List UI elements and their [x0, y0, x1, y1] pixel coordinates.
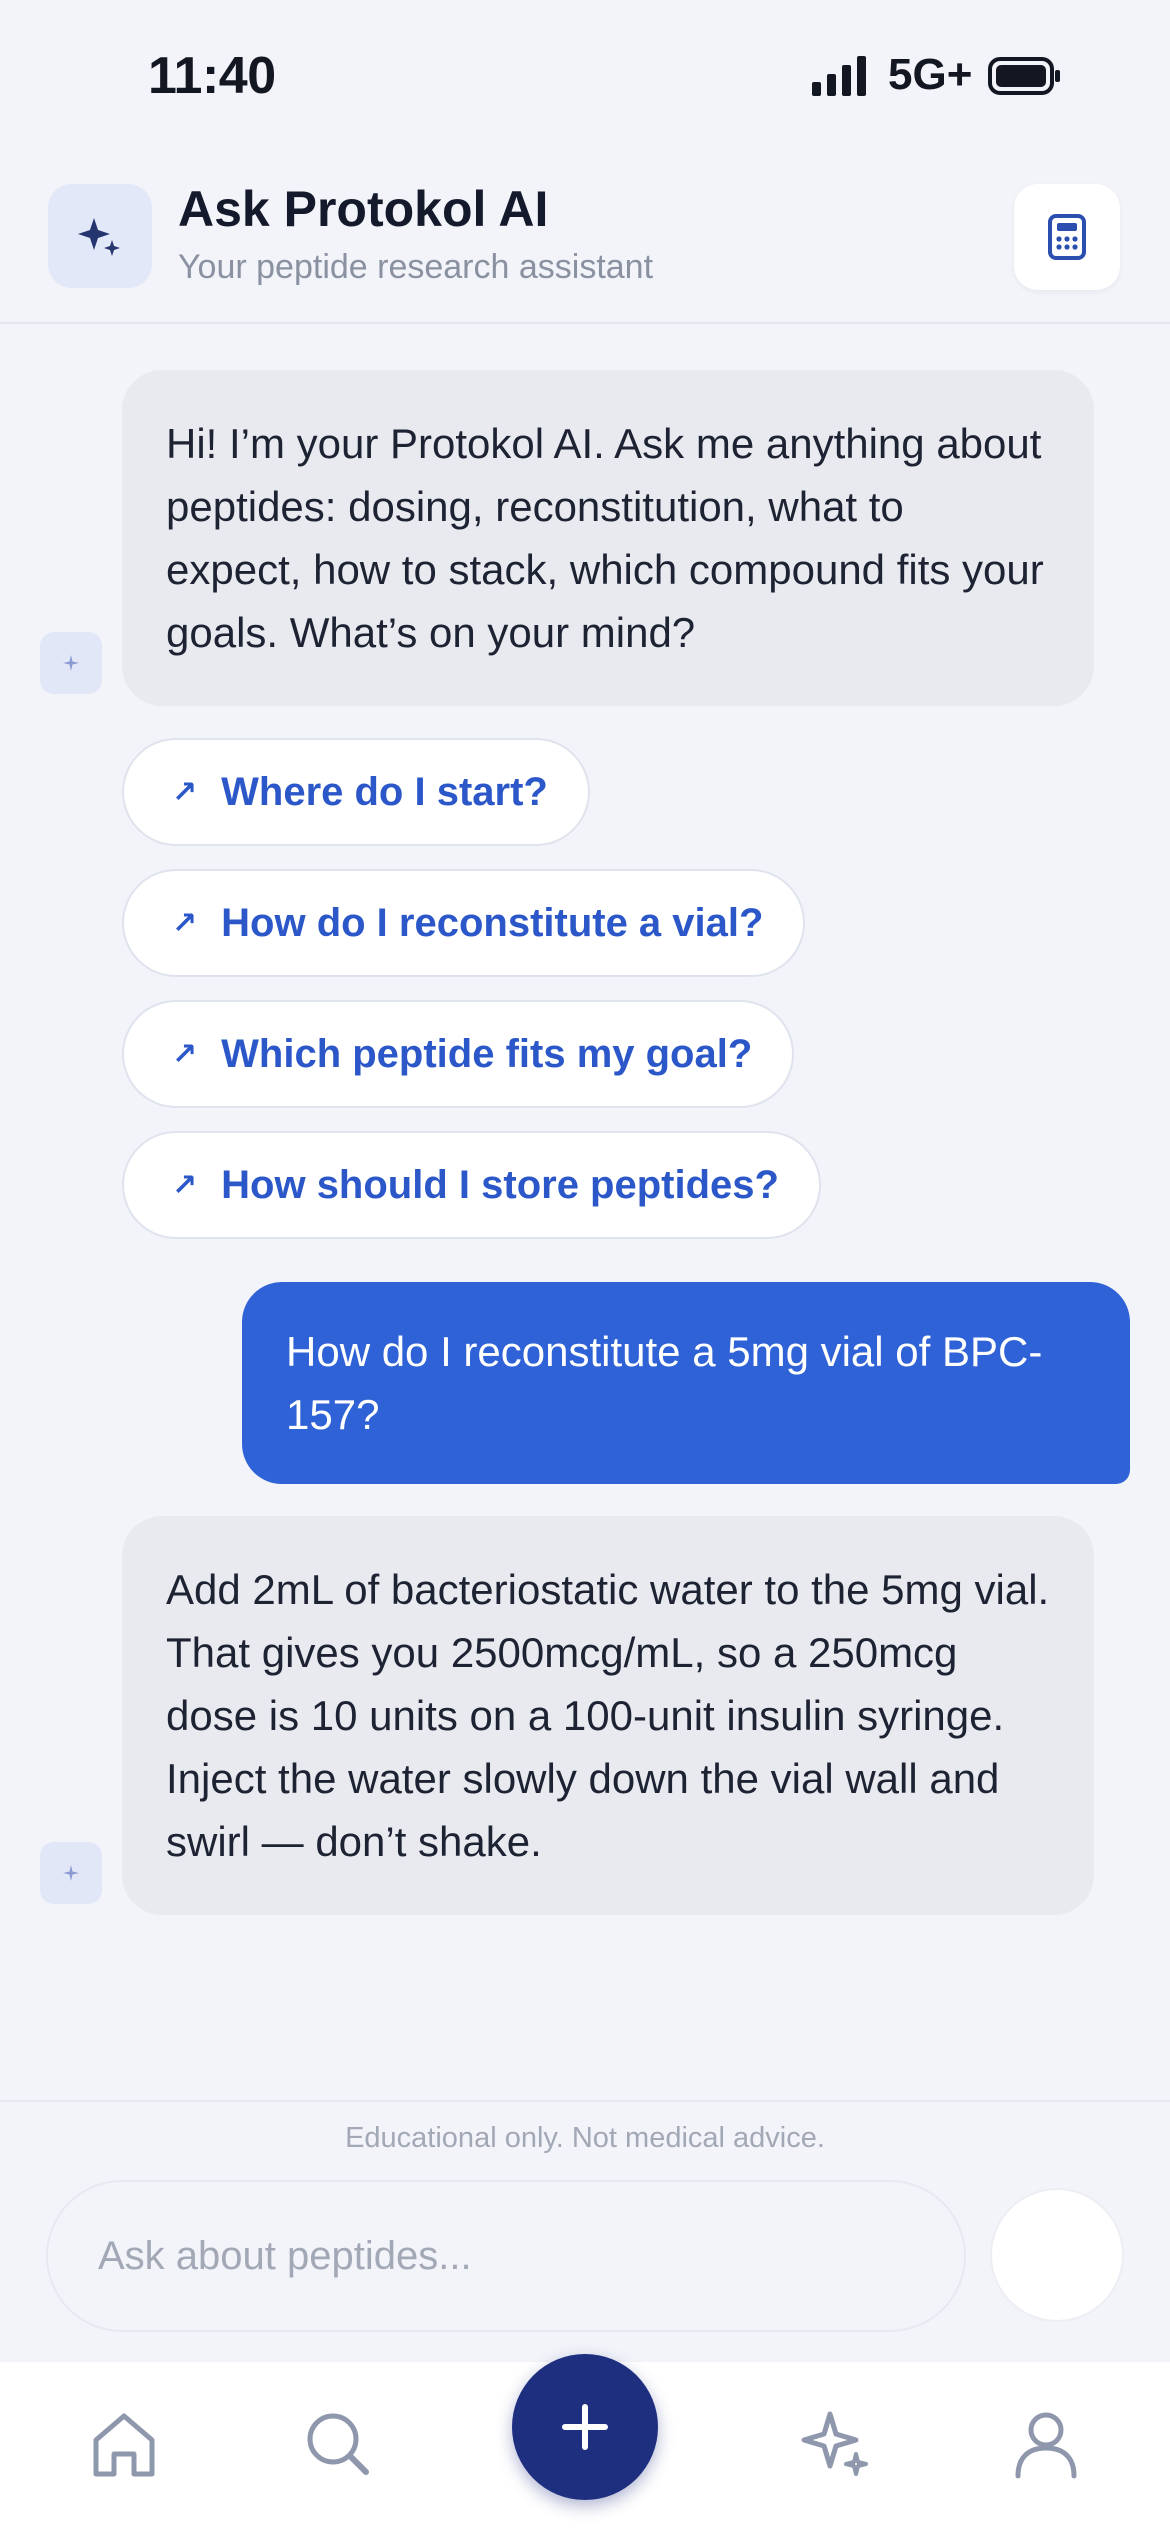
search-icon[interactable] [298, 2404, 378, 2484]
arrow-up-right-icon: ↗ [172, 1037, 198, 1071]
assistant-message: Add 2mL of bacteriostatic water to the 5… [122, 1516, 1094, 1915]
calculator-button[interactable] [1014, 184, 1120, 290]
user-message: How do I reconstitute a 5mg vial of BPC-… [242, 1282, 1130, 1484]
sparkle-icon [78, 218, 120, 256]
suggestion-label: How do I reconstitute a vial? [221, 900, 764, 945]
page-subtitle: Your peptide research assistant [178, 248, 654, 286]
header-divider [0, 322, 1170, 324]
calculator-icon [1048, 214, 1086, 260]
suggestion-label: How should I store peptides? [221, 1162, 779, 1207]
suggestion-chip[interactable]: ↗ Which peptide fits my goal? [122, 1000, 795, 1108]
arrow-up-right-icon: ↗ [172, 775, 198, 809]
disclaimer: Educational only. Not medical advice. [345, 2122, 825, 2154]
sparkle-icon [63, 1865, 79, 1881]
assistant-avatar [40, 1842, 102, 1904]
suggestion-chip[interactable]: ↗ Where do I start? [122, 738, 590, 846]
status-time: 11:40 [148, 47, 276, 105]
sparkle-icon [63, 655, 79, 671]
suggestion-chip[interactable]: ↗ How do I reconstitute a vial? [122, 869, 806, 977]
arrow-up-right-icon: ↗ [172, 906, 198, 940]
battery-icon [988, 57, 1060, 95]
add-icon [562, 2404, 608, 2450]
suggestion-chip[interactable]: ↗ How should I store peptides? [122, 1131, 821, 1239]
composer-divider [0, 2100, 1170, 2102]
add-button[interactable] [512, 2354, 658, 2500]
assistant-logo [48, 184, 152, 288]
profile-icon[interactable] [1006, 2404, 1086, 2484]
network-label: 5G+ [888, 50, 973, 99]
assistant-message: Hi! I’m your Protokol AI. Ask me anythin… [122, 370, 1094, 706]
arrow-up-right-icon: ↗ [172, 1168, 198, 1202]
suggestion-label: Where do I start? [221, 769, 548, 814]
sparkle-ai-icon[interactable] [796, 2404, 876, 2484]
send-button[interactable] [990, 2188, 1124, 2322]
suggestion-label: Which peptide fits my goal? [221, 1031, 753, 1076]
signal-icon [812, 56, 866, 96]
page-title: Ask Protokol AI [178, 181, 549, 237]
chat-input[interactable] [46, 2180, 966, 2332]
home-icon[interactable] [84, 2404, 164, 2484]
assistant-avatar [40, 632, 102, 694]
